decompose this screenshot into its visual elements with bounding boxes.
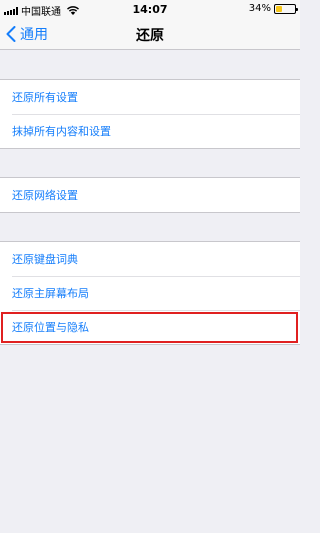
reset-network-settings-label: 还原网络设置 bbox=[12, 189, 78, 202]
status-bar: 中国联通 14:07 34% bbox=[0, 0, 300, 18]
reset-all-settings-label: 还原所有设置 bbox=[12, 91, 78, 104]
reset-keyboard-dictionary-row[interactable]: 还原键盘词典 bbox=[0, 242, 300, 276]
status-right: 34% bbox=[248, 3, 298, 14]
erase-all-content-row[interactable]: 抹掉所有内容和设置 bbox=[0, 114, 300, 148]
reset-network-settings-row[interactable]: 还原网络设置 bbox=[0, 178, 300, 212]
reset-keyboard-dictionary-label: 还原键盘词典 bbox=[12, 253, 78, 266]
reset-location-privacy-row[interactable]: 还原位置与隐私 bbox=[0, 310, 300, 344]
reset-home-screen-layout-label: 还原主屏幕布局 bbox=[12, 287, 89, 300]
reset-home-screen-layout-row[interactable]: 还原主屏幕布局 bbox=[0, 276, 300, 310]
reset-group-other: 还原键盘词典 还原主屏幕布局 还原位置与隐私 bbox=[0, 241, 300, 345]
reset-group-network: 还原网络设置 bbox=[0, 177, 300, 213]
reset-group-general: 还原所有设置 抹掉所有内容和设置 bbox=[0, 79, 300, 149]
reset-location-privacy-label: 还原位置与隐私 bbox=[12, 321, 89, 334]
battery-percent: 34% bbox=[248, 3, 271, 14]
navigation-bar: 通用 还原 bbox=[0, 18, 300, 50]
battery-fill bbox=[276, 5, 283, 12]
erase-all-content-label: 抹掉所有内容和设置 bbox=[12, 125, 111, 138]
page-title: 还原 bbox=[136, 28, 164, 44]
battery-icon bbox=[274, 3, 298, 14]
reset-all-settings-row[interactable]: 还原所有设置 bbox=[0, 80, 300, 114]
